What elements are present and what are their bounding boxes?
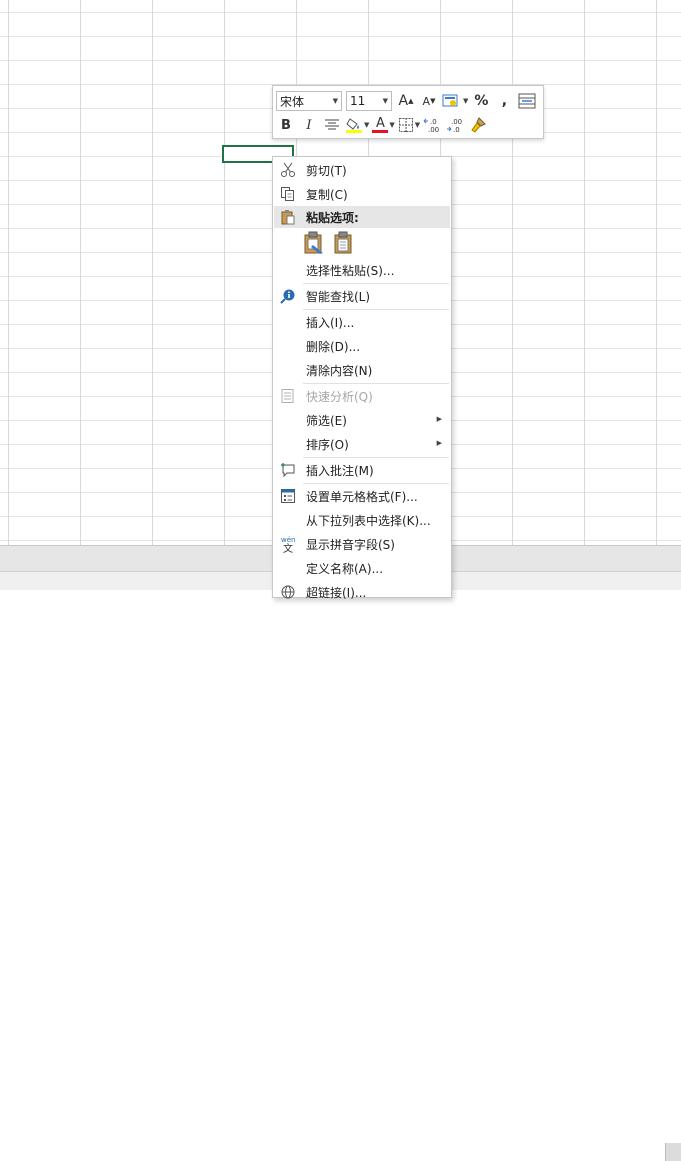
menu-item-format-cells[interactable]: 设置单元格格式(F)...: [274, 484, 450, 508]
menu-item-sort[interactable]: 排序(O) ▶: [274, 432, 450, 456]
submenu-arrow-icon: ▶: [436, 439, 442, 447]
menu-item-label: 快速分析(Q): [306, 389, 373, 404]
decrease-decimal-icon: .00 .0: [447, 118, 462, 133]
globe-icon: [274, 584, 302, 600]
bold-button[interactable]: B: [276, 115, 296, 135]
currency-format-icon: [442, 94, 458, 107]
menu-item-label: 设置单元格格式(F)...: [306, 489, 418, 504]
chevron-down-icon: ▼: [414, 121, 421, 129]
menu-item-label: 剪切(T): [306, 163, 347, 178]
paint-bucket-icon: [346, 118, 362, 133]
format-cells-icon: [274, 488, 302, 504]
font-size-value: 11: [350, 94, 366, 108]
menu-item-delete[interactable]: 删除(D)...: [274, 334, 450, 358]
svg-text:文: 文: [283, 542, 293, 553]
increase-decimal-button[interactable]: .0 .00: [423, 115, 443, 135]
menu-item-smart-lookup[interactable]: 智能查找(L): [274, 284, 450, 308]
caret-up-icon: ▲: [408, 97, 414, 105]
merge-center-icon: [518, 93, 536, 109]
svg-text:wén: wén: [281, 536, 295, 544]
chevron-down-icon: ▼: [382, 97, 388, 105]
fill-color-button[interactable]: ▼: [345, 115, 369, 135]
svg-text:.0: .0: [430, 118, 437, 126]
paste-options-row: [303, 230, 361, 256]
menu-item-label: 从下拉列表中选择(K)...: [306, 513, 431, 528]
font-color-letter: A: [375, 115, 385, 131]
menu-item-label: 筛选(E): [306, 413, 347, 428]
decrease-decimal-button[interactable]: .00 .0: [446, 115, 466, 135]
font-color-swatch: [372, 129, 389, 133]
menu-item-cut[interactable]: 剪切(T): [274, 158, 450, 182]
menu-item-pick-from-list[interactable]: 从下拉列表中选择(K)...: [274, 508, 450, 532]
border-icon: [398, 118, 413, 132]
menu-item-label: 粘贴选项:: [306, 210, 359, 225]
submenu-arrow-icon: ▶: [436, 415, 442, 423]
menu-item-label: 删除(D)...: [306, 339, 361, 354]
menu-item-copy[interactable]: 复制(C): [274, 182, 450, 206]
shrink-font-button[interactable]: A ▼: [419, 91, 439, 111]
phonetic-icon: wén 文: [274, 535, 302, 553]
menu-item-label: 显示拼音字段(S): [306, 537, 395, 552]
menu-item-label: 插入批注(M): [306, 463, 374, 478]
caret-down-icon: ▼: [430, 97, 436, 105]
number-format-button[interactable]: ▼: [442, 91, 468, 111]
menu-item-quick-analysis: 快速分析(Q): [274, 384, 450, 408]
menu-item-label: 选择性粘贴(S)...: [306, 263, 395, 278]
svg-text:.00: .00: [428, 126, 439, 133]
chevron-down-icon: ▼: [332, 97, 338, 105]
menu-item-insert-comment[interactable]: 插入批注(M): [274, 458, 450, 482]
increase-decimal-icon: .0 .00: [423, 118, 439, 133]
comment-icon: [274, 462, 302, 478]
svg-text:.0: .0: [453, 126, 460, 133]
format-painter-icon: [471, 117, 487, 133]
grow-font-label: A: [398, 93, 409, 109]
menu-item-paste-special[interactable]: 选择性粘贴(S)...: [274, 258, 450, 282]
chevron-down-icon: ▼: [364, 121, 370, 129]
borders-button[interactable]: ▼: [398, 115, 420, 135]
align-center-icon: [325, 119, 339, 130]
percent-button[interactable]: %: [471, 91, 491, 111]
paste-options-header: 粘贴选项:: [274, 206, 450, 228]
mini-toolbar: 宋体 ▼ 11 ▼ A ▲ A ▼ ▼ % , B I ▼ A ▼ ▼ .0 .…: [272, 85, 544, 139]
copy-icon: [274, 186, 302, 202]
menu-item-label: 超链接(I)...: [306, 585, 367, 600]
menu-item-phonetic[interactable]: wén 文 显示拼音字段(S): [274, 532, 450, 556]
font-name-combo[interactable]: 宋体 ▼: [276, 91, 342, 111]
info-search-icon: [274, 288, 302, 304]
chevron-down-icon: ▼: [463, 97, 469, 105]
scissors-icon: [274, 162, 302, 178]
paste-formatting-icon[interactable]: [303, 231, 325, 255]
paste-icon[interactable]: [333, 231, 353, 255]
menu-item-filter[interactable]: 筛选(E) ▶: [274, 408, 450, 432]
menu-item-label: 智能查找(L): [306, 289, 371, 304]
menu-item-define-name[interactable]: 定义名称(A)...: [274, 556, 450, 580]
menu-item-insert[interactable]: 插入(I)...: [274, 310, 450, 334]
quick-analysis-icon: [274, 388, 302, 404]
menu-item-label: 定义名称(A)...: [306, 561, 384, 576]
grow-font-button[interactable]: A ▲: [396, 91, 416, 111]
menu-item-hyperlink[interactable]: 超链接(I)...: [274, 580, 450, 604]
shrink-font-label: A: [422, 94, 431, 108]
menu-item-clear-contents[interactable]: 清除内容(N): [274, 358, 450, 382]
font-name-value: 宋体: [280, 94, 305, 109]
scroll-corner[interactable]: [665, 1143, 681, 1161]
italic-button[interactable]: I: [299, 115, 319, 135]
menu-item-label: 复制(C): [306, 187, 348, 202]
clipboard-icon: [274, 209, 302, 225]
align-center-button[interactable]: [322, 115, 342, 135]
menu-item-label: 清除内容(N): [306, 363, 373, 378]
merge-center-button[interactable]: [517, 91, 537, 111]
chevron-down-icon: ▼: [389, 121, 395, 129]
font-color-button[interactable]: A ▼: [372, 115, 395, 135]
svg-text:.00: .00: [451, 118, 462, 126]
format-painter-button[interactable]: [469, 115, 489, 135]
font-size-combo[interactable]: 11 ▼: [346, 91, 392, 111]
comma-button[interactable]: ,: [494, 91, 514, 111]
menu-item-label: 排序(O): [306, 437, 349, 452]
context-menu: 剪切(T) 复制(C) 粘贴选项: 选择性粘贴(S)... 智能查找(L) 插入…: [272, 156, 452, 600]
menu-item-label: 插入(I)...: [306, 315, 355, 330]
